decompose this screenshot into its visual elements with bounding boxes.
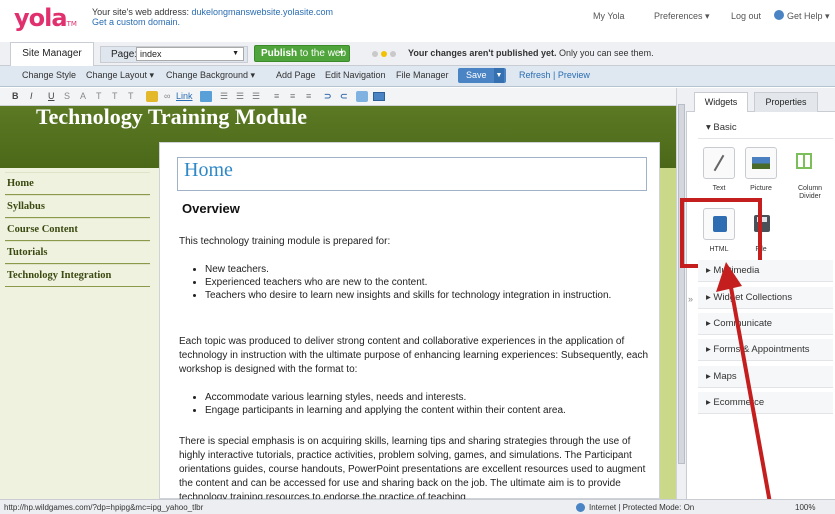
numbered-list-icon[interactable]: ☰ — [236, 91, 244, 102]
align-right-icon[interactable]: ≡ — [306, 91, 311, 101]
link-button[interactable]: Link — [176, 91, 193, 101]
underline-button[interactable]: U — [48, 91, 55, 101]
font-size-down-icon[interactable]: T — [112, 91, 118, 101]
strikethrough-icon[interactable]: S — [64, 91, 70, 101]
site-right-border — [660, 168, 676, 499]
scrollbar-thumb[interactable] — [678, 104, 685, 464]
site-canvas: Technology Training Module Home Syllabus… — [0, 106, 676, 499]
align-center-icon[interactable]: ≡ — [290, 91, 295, 101]
section-basic[interactable]: ▾ Basic — [698, 117, 833, 139]
site-address: Your site's web address: dukelongmansweb… — [92, 7, 333, 27]
list-item: Experienced teachers who are new to the … — [205, 276, 649, 289]
zoom-level[interactable]: 100% — [795, 503, 815, 512]
font-color-icon[interactable]: A — [80, 91, 86, 101]
edit-navigation-button[interactable]: Edit Navigation — [325, 70, 386, 80]
list-item: Engage participants in learning and appl… — [205, 404, 649, 417]
address-prefix: Your site's web address: — [92, 7, 189, 17]
redo-icon[interactable]: ⊂ — [340, 91, 348, 102]
font-format-icon[interactable]: T — [128, 91, 134, 101]
save-button[interactable]: Save ▼ — [458, 68, 506, 83]
site-title[interactable]: Technology Training Module — [36, 106, 307, 130]
change-background-menu[interactable]: Change Background ▾ — [166, 70, 255, 81]
status-url: http://hp.wildgames.com/?dp=hpipg&mc=ipg… — [4, 503, 204, 512]
clear-format-icon[interactable] — [146, 91, 158, 102]
file-manager-button[interactable]: File Manager — [396, 70, 449, 80]
tab-properties[interactable]: Properties — [754, 92, 818, 112]
undo-icon[interactable]: ⊃ — [324, 91, 332, 102]
italic-button[interactable]: I — [30, 91, 33, 101]
change-layout-menu[interactable]: Change Layout ▾ — [86, 70, 154, 81]
page-title[interactable]: Home — [177, 157, 647, 191]
nav-item-course-content[interactable]: Course Content — [5, 218, 150, 241]
topic-paragraph[interactable]: Each topic was produced to deliver stron… — [179, 335, 649, 377]
html-source-icon[interactable] — [373, 92, 385, 101]
emphasis-paragraph[interactable]: There is special emphasis is on acquirin… — [179, 435, 649, 499]
link-chain-icon[interactable]: ∞ — [164, 91, 170, 101]
list-item: Teachers who desire to learn new insight… — [205, 289, 649, 302]
preferences-menu[interactable]: Preferences ▾ — [654, 11, 710, 22]
add-page-button[interactable]: Add Page — [276, 70, 316, 80]
bold-button[interactable]: B — [12, 91, 19, 101]
annotation-arrow — [716, 262, 774, 514]
chevron-down-icon[interactable]: ▼ — [338, 46, 345, 61]
format-list[interactable]: Accommodate various learning styles, nee… — [179, 391, 649, 417]
site-url-link[interactable]: dukelongmanswebsite.yolasite.com — [191, 7, 333, 17]
list-item: New teachers. — [205, 263, 649, 276]
list-item: Accommodate various learning styles, nee… — [205, 391, 649, 404]
chevron-down-icon[interactable]: ▼ — [494, 68, 504, 83]
bullet-list-icon[interactable]: ☰ — [220, 91, 228, 102]
logout-link[interactable]: Log out — [731, 11, 761, 21]
publish-status-message: Your changes aren't published yet. Only … — [408, 48, 654, 58]
status-dot-icon — [381, 51, 387, 57]
publish-button[interactable]: Publish to the web ▼ — [254, 45, 350, 62]
change-style-menu[interactable]: Change Style — [22, 70, 76, 80]
status-dot-icon — [390, 51, 396, 57]
nav-item-tutorials[interactable]: Tutorials — [5, 241, 150, 264]
nav-item-syllabus[interactable]: Syllabus — [5, 195, 150, 218]
browser-status-bar: http://hp.wildgames.com/?dp=hpipg&mc=ipg… — [0, 499, 835, 514]
tab-widgets[interactable]: Widgets — [694, 92, 748, 112]
highlight-box — [680, 198, 762, 268]
indent-icon[interactable]: ☰ — [252, 91, 260, 102]
tab-site-manager[interactable]: Site Manager — [10, 42, 94, 66]
spellcheck-icon[interactable] — [356, 91, 368, 102]
column-divider-widget-label: Column Divider — [797, 185, 823, 200]
font-size-up-icon[interactable]: T — [96, 91, 102, 101]
nav-item-home[interactable]: Home — [5, 172, 150, 195]
page-select[interactable]: index ▼ — [136, 47, 244, 61]
overview-heading[interactable]: Overview — [182, 201, 240, 216]
unlink-icon[interactable] — [200, 91, 212, 102]
site-navigation: Home Syllabus Course Content Tutorials T… — [5, 172, 150, 287]
picture-widget-label: Picture — [750, 185, 772, 192]
refresh-preview-links[interactable]: Refresh | Preview — [519, 70, 590, 80]
nav-item-technology-integration[interactable]: Technology Integration — [5, 264, 150, 287]
align-left-icon[interactable]: ≡ — [274, 91, 279, 101]
chevron-down-icon: ▼ — [232, 50, 239, 57]
status-dot-icon — [372, 51, 378, 57]
custom-domain-link[interactable]: Get a custom domain. — [92, 17, 180, 27]
collapse-panel-icon[interactable]: » — [688, 294, 693, 304]
audience-list[interactable]: New teachers. Experienced teachers who a… — [179, 263, 649, 302]
yola-logo[interactable]: yolaTM — [14, 4, 77, 32]
content-area: Home Overview This technology training m… — [159, 142, 660, 499]
globe-icon — [576, 503, 585, 512]
intro-text[interactable]: This technology training module is prepa… — [179, 235, 649, 249]
help-icon — [774, 10, 784, 20]
column-divider-widget-icon[interactable] — [788, 147, 820, 179]
security-zone: Internet | Protected Mode: On — [589, 503, 695, 512]
get-help-menu[interactable]: Get Help ▾ — [787, 11, 830, 22]
picture-widget-icon[interactable] — [745, 147, 777, 179]
text-widget-label: Text — [712, 185, 726, 192]
text-widget-icon[interactable] — [703, 147, 735, 179]
my-yola-link[interactable]: My Yola — [593, 11, 625, 21]
